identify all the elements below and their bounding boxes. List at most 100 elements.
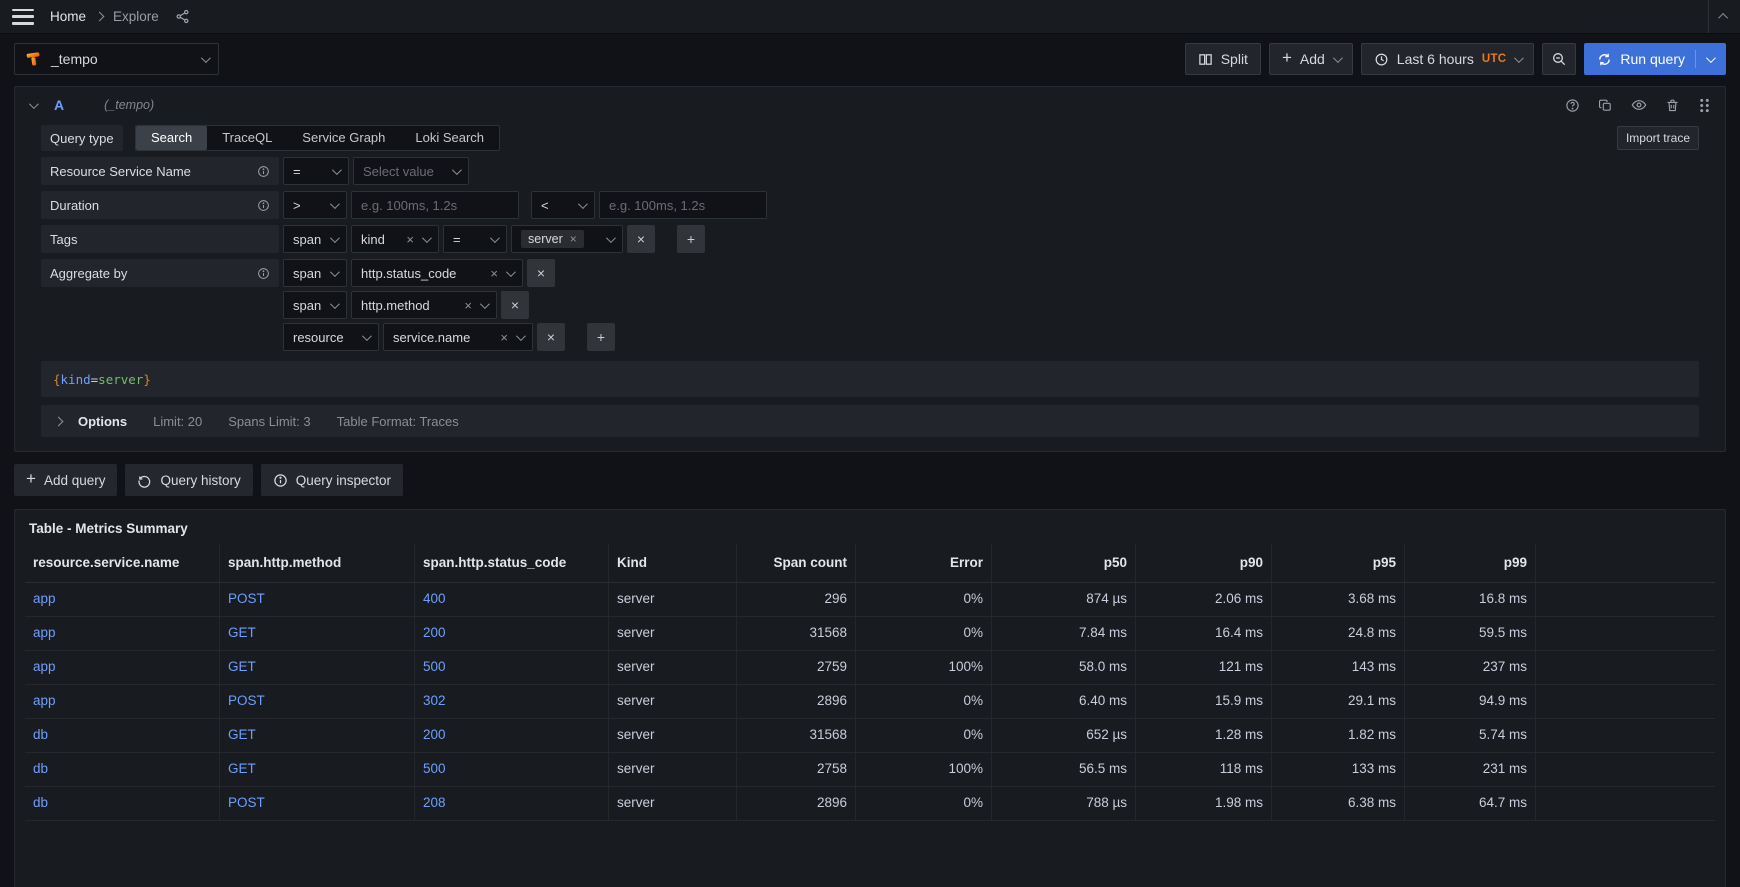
aggregate-attribute-select[interactable]: http.status_code × [351,259,523,287]
scroll-top-button[interactable] [1708,0,1740,33]
column-header-p50[interactable]: p50 [992,544,1136,582]
time-range-picker[interactable]: Last 6 hours UTC [1361,43,1535,75]
query-inspector-button[interactable]: Query inspector [261,464,403,496]
cell-span.http.method[interactable]: GET [220,719,415,752]
add-button[interactable]: + Add [1269,43,1353,75]
run-query-button[interactable]: Run query [1584,43,1726,75]
menu-icon[interactable] [12,9,34,25]
import-trace-button[interactable]: Import trace [1617,126,1699,150]
duplicate-query-icon[interactable] [1598,98,1613,113]
cell-span.http.method[interactable]: POST [220,787,415,820]
clear-icon[interactable]: × [464,299,472,312]
cell-span.http.status_code[interactable]: 200 [415,719,609,752]
duration-max-operator-select[interactable]: < [531,191,595,219]
datasource-picker[interactable]: _tempo [14,43,219,75]
options-collapse-row[interactable]: Options Limit: 20 Spans Limit: 3 Table F… [41,405,1699,437]
clear-icon[interactable]: × [406,233,414,246]
aggregate-attribute-select[interactable]: http.method × [351,291,497,319]
service-name-operator-select[interactable]: = [283,157,349,185]
split-button[interactable]: Split [1185,43,1261,75]
column-header-p99[interactable]: p99 [1405,544,1536,582]
query-ref-id[interactable]: A [54,97,64,113]
column-header-p90[interactable]: p90 [1136,544,1272,582]
column-header-Span count[interactable]: Span count [737,544,856,582]
add-aggregate-button[interactable]: + [587,323,615,351]
cell-span.http.status_code[interactable]: 200 [415,617,609,650]
scope-value: resource [293,330,354,345]
share-icon[interactable] [175,9,190,24]
tag-name-select[interactable]: kind × [351,225,439,253]
cell-span.http.status_code[interactable]: 400 [415,583,609,616]
query-type-label: Query type [41,125,123,151]
aggregate-scope-select[interactable]: span [283,291,347,319]
cell-resource.service.name[interactable]: db [25,719,220,752]
cell-resource.service.name[interactable]: app [25,651,220,684]
aggregate-scope-select[interactable]: span [283,259,347,287]
cell-span.http.method[interactable]: GET [220,651,415,684]
help-icon[interactable] [1565,98,1580,113]
drag-handle-icon[interactable] [1698,98,1711,113]
duration-max-input[interactable] [599,191,767,219]
cell-resource.service.name[interactable]: app [25,617,220,650]
remove-tag-filter-button[interactable]: × [627,225,655,253]
delete-query-icon[interactable] [1665,98,1680,113]
query-type-search[interactable]: Search [136,126,207,150]
scope-value: span [293,266,322,281]
cell-resource.service.name[interactable]: db [25,787,220,820]
query-type-service-graph[interactable]: Service Graph [287,126,400,150]
query-row-header[interactable]: A (_tempo) [15,87,1725,123]
query-type-loki-search[interactable]: Loki Search [400,126,499,150]
add-tag-filter-button[interactable]: + [677,225,705,253]
column-header-p95[interactable]: p95 [1272,544,1405,582]
clear-icon[interactable]: × [490,267,498,280]
zoom-out-button[interactable] [1542,43,1576,75]
aggregate-attribute-select[interactable]: service.name × [383,323,533,351]
chevron-down-icon [506,267,516,277]
cell-resource.service.name[interactable]: db [25,753,220,786]
cell-Span count: 2896 [737,685,856,718]
chevron-down-icon [1514,53,1524,63]
query-type-traceql[interactable]: TraceQL [207,126,287,150]
collapse-query-icon[interactable] [29,99,39,109]
column-header-Error[interactable]: Error [856,544,992,582]
cell-Span count: 31568 [737,719,856,752]
remove-aggregate-button[interactable]: × [501,291,529,319]
cell-span.http.method[interactable]: POST [220,583,415,616]
column-header-Kind[interactable]: Kind [609,544,737,582]
tag-operator-select[interactable]: = [443,225,507,253]
cell-span.http.method[interactable]: GET [220,617,415,650]
breadcrumb-home[interactable]: Home [50,9,86,24]
cell-p99: 237 ms [1405,651,1536,684]
attribute-value: http.method [361,298,456,313]
column-header-span.http.status_code[interactable]: span.http.status_code [415,544,609,582]
cell-Error: 0% [856,583,992,616]
cell-span.http.status_code[interactable]: 500 [415,753,609,786]
query-history-button[interactable]: Query history [125,464,252,496]
duration-min-input[interactable] [351,191,519,219]
cell-p95: 133 ms [1272,753,1405,786]
aggregate-scope-select[interactable]: resource [283,323,379,351]
tag-value-select[interactable]: server × [511,225,623,253]
tag-scope-select[interactable]: span [283,225,347,253]
table-row: dbGET500server2758100%56.5 ms118 ms133 m… [25,753,1715,787]
preview-key: kind [61,372,91,387]
duration-min-operator-select[interactable]: > [283,191,347,219]
cell-span.http.status_code[interactable]: 302 [415,685,609,718]
remove-aggregate-button[interactable]: × [537,323,565,351]
cell-resource.service.name[interactable]: app [25,685,220,718]
tempo-logo-icon [25,50,43,68]
remove-value-icon[interactable]: × [570,233,577,245]
toggle-visibility-icon[interactable] [1631,97,1647,113]
cell-span.http.status_code[interactable]: 208 [415,787,609,820]
cell-span.http.method[interactable]: POST [220,685,415,718]
cell-span.http.method[interactable]: GET [220,753,415,786]
chevron-down-icon [490,233,500,243]
column-header-resource.service.name[interactable]: resource.service.name [25,544,220,582]
clear-icon[interactable]: × [500,331,508,344]
column-header-span.http.method[interactable]: span.http.method [220,544,415,582]
cell-span.http.status_code[interactable]: 500 [415,651,609,684]
service-name-value-select[interactable]: Select value [353,157,469,185]
remove-aggregate-button[interactable]: × [527,259,555,287]
add-query-button[interactable]: + Add query [14,464,117,496]
cell-resource.service.name[interactable]: app [25,583,220,616]
